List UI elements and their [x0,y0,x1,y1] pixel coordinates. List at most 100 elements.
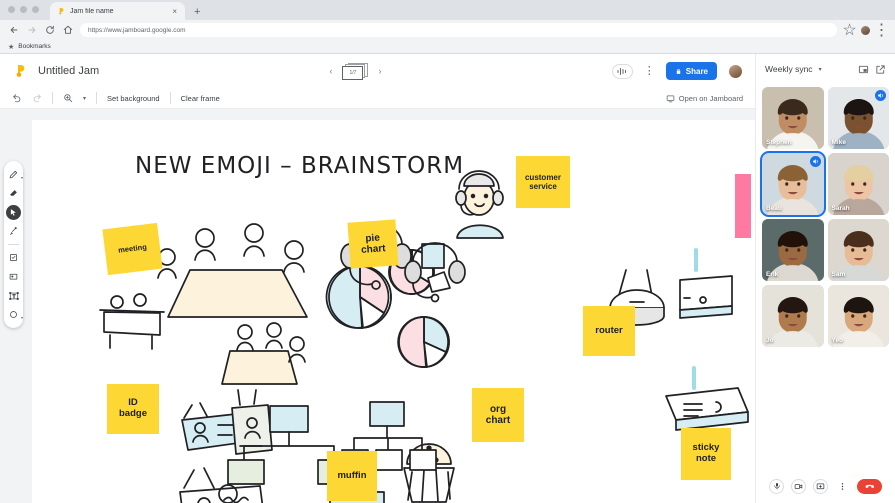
chevron-down-icon[interactable]: ▾ [819,66,822,73]
rail-divider [8,244,19,245]
close-tab-icon[interactable]: × [170,7,179,16]
leave-call-button[interactable] [857,478,882,494]
picture-in-picture-icon[interactable] [858,64,869,75]
jamboard-logo-icon [12,63,28,79]
speaking-indicator-icon [875,90,886,101]
window-controls[interactable] [8,6,39,13]
zoom-icon[interactable] [63,93,73,103]
meet-panel: Weekly sync ▾ Stephen Mike Beau Sarah Erik Sa… [755,54,895,503]
image-tool-icon[interactable] [6,269,21,284]
sticky-note[interactable]: router [583,306,635,356]
bookmark-star-icon[interactable]: ☆ [842,22,856,39]
forward-icon [26,25,37,36]
participant-tile[interactable]: Sarah [827,153,889,215]
browser-tab[interactable]: Jam file name × [50,2,185,20]
bookmark-icon: ★ [8,43,15,51]
jamboard-favicon-icon [56,7,65,16]
jamboard-toolbar: ▾ Set background Clear frame Open on Jam… [0,88,755,109]
profile-avatar[interactable] [861,25,870,35]
shape-tool-icon[interactable]: ▾ [6,307,23,322]
text-box-tool-icon[interactable]: T [6,288,21,303]
sticky-note-tool-icon[interactable] [6,250,21,265]
board-heading: NEW EMOJI – BRAINSTORM [135,153,465,179]
participant-tile[interactable]: Stephen [762,87,824,149]
meet-controls [756,469,895,503]
audio-waveform-button[interactable] [611,63,633,79]
minimize-window-dot[interactable] [20,6,27,13]
frame-indicator[interactable]: 1/7 [342,62,369,80]
previous-frame-button[interactable]: ‹ [329,66,332,76]
participant-tile[interactable]: Yeo [827,285,889,347]
participant-name: Mike [831,139,846,146]
omnibox-row: https://www.jamboard.google.com ☆ ⋮ [0,20,895,40]
camera-button[interactable] [791,478,806,494]
tool-rail: ▾ T ▾ [4,161,23,328]
home-icon[interactable] [62,25,73,36]
participant-name: Sarah [831,205,850,212]
omnibox-actions: ☆ ⋮ [842,22,890,39]
more-options-button[interactable] [835,479,850,494]
participant-tile[interactable]: Erik [762,219,824,281]
set-background-button[interactable]: Set background [107,94,160,103]
open-in-new-icon[interactable] [875,64,886,75]
microphone-button[interactable] [769,478,784,494]
participant-name: Beau [766,205,782,212]
jam-board-canvas[interactable]: NEW EMOJI – BRAINSTORM meeting pie chart c… [32,120,755,503]
sticky-note[interactable] [735,174,751,238]
eraser-tool-icon[interactable] [6,186,21,201]
present-screen-button[interactable] [813,478,828,494]
lock-icon [675,68,682,75]
meeting-title[interactable]: Weekly sync [765,64,813,74]
sticky-note[interactable]: pie chart [347,219,399,269]
participant-name: Jo [766,337,774,344]
laser-pointer-tool-icon[interactable] [6,224,21,239]
bookmarks-label[interactable]: Bookmarks [18,43,51,50]
account-avatar[interactable] [728,63,743,79]
close-window-dot[interactable] [8,6,15,13]
participant-name: Yeo [831,337,844,344]
shape-caret-icon[interactable]: ▾ [21,315,23,320]
toolbar-divider-3 [169,92,171,104]
undo-icon[interactable] [12,93,22,103]
jam-title[interactable]: Untitled Jam [38,65,99,77]
pen-caret-icon[interactable]: ▾ [21,175,23,180]
pen-tool-icon[interactable]: ▾ [6,167,23,182]
sticky-note[interactable]: muffin [327,451,377,501]
share-button[interactable]: Share [665,62,717,80]
sticky-note[interactable]: meeting [102,222,163,276]
sticky-note[interactable]: org chart [472,388,524,442]
sticky-note[interactable]: sticky note [681,428,731,480]
maximize-window-dot[interactable] [32,6,39,13]
address-bar[interactable]: https://www.jamboard.google.com [80,23,837,37]
jamboard-header: Untitled Jam ‹ 1/7 › ⋮ Share [0,54,755,88]
tab-strip: Jam file name × + [0,0,895,20]
sticky-note[interactable]: customer service [516,156,570,208]
more-options-icon[interactable]: ⋮ [644,65,655,77]
participant-tile[interactable]: Sam [827,219,889,281]
select-tool-icon[interactable] [6,205,21,220]
reload-icon[interactable] [44,25,55,36]
cast-icon [666,94,675,103]
url-text: https://www.jamboard.google.com [88,26,186,34]
page-content: Untitled Jam ‹ 1/7 › ⋮ Share ▾ Set backg… [0,54,895,503]
tab-title: Jam file name [70,7,114,15]
svg-text:T: T [11,293,15,299]
back-icon[interactable] [8,25,19,36]
zoom-dropdown-caret-icon[interactable]: ▾ [83,95,86,102]
participant-tile[interactable]: Beau [760,151,826,217]
browser-menu-icon[interactable]: ⋮ [874,22,890,39]
speaking-indicator-icon [809,156,821,167]
toolbar-divider-1 [52,92,53,104]
browser-window: Jam file name × + https://www.jamboard.g… [0,0,895,503]
participant-name: Erik [766,271,779,278]
open-on-jamboard-button[interactable]: Open on Jamboard [666,94,743,103]
participant-name: Sam [831,271,846,278]
sticky-note[interactable]: ID badge [107,384,159,434]
clear-frame-button[interactable]: Clear frame [181,94,220,103]
new-tab-button[interactable]: + [194,7,200,20]
frame-navigator: ‹ 1/7 › [329,62,381,80]
header-actions: ⋮ Share [611,62,743,80]
next-frame-button[interactable]: › [378,66,381,76]
participant-tile[interactable]: Mike [827,87,889,149]
participant-tile[interactable]: Jo [762,285,824,347]
